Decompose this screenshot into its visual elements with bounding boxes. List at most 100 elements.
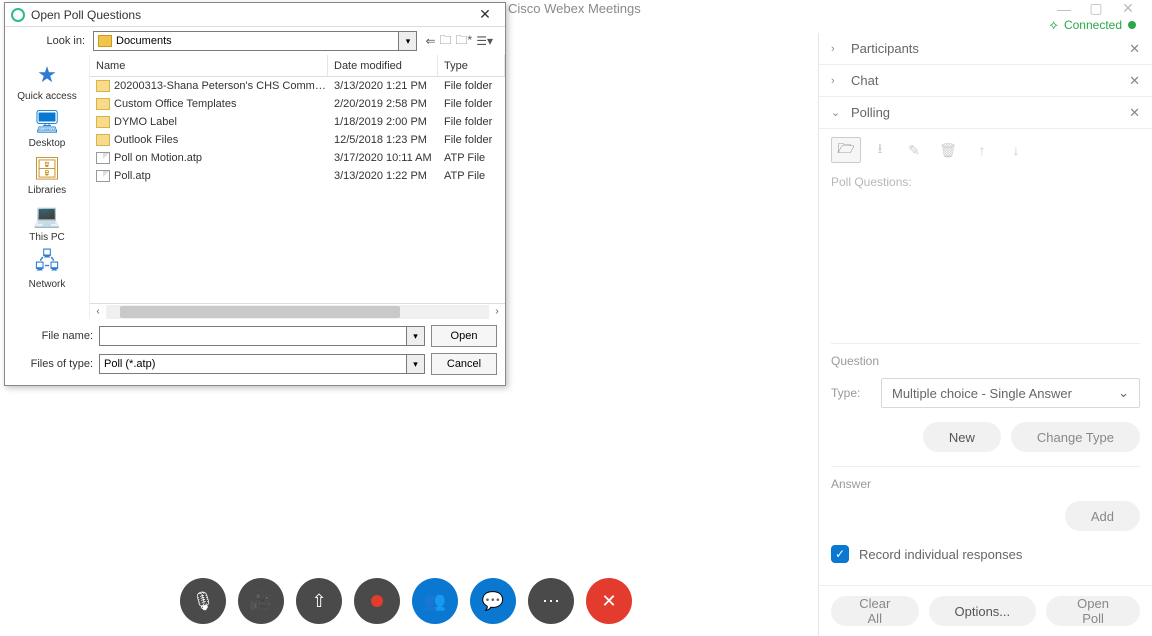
dialog-bottom: File name: ▾ Open Files of type: Poll (*… xyxy=(5,319,505,385)
scroll-thumb[interactable] xyxy=(120,306,400,318)
type-row: Type: Multiple choice - Single Answer ⌄ xyxy=(831,378,1140,408)
save-poll-button[interactable]: ⭳ xyxy=(865,137,895,163)
polling-body: 🗁 ⭳ ✎ 🗑 ↑ ↓ Poll Questions: Question Typ… xyxy=(819,129,1152,585)
back-icon[interactable]: ⇐ xyxy=(425,31,435,52)
place-desktop[interactable]: 🖥 Desktop xyxy=(12,108,82,149)
question-type-select[interactable]: Multiple choice - Single Answer ⌄ xyxy=(881,378,1140,408)
share-button[interactable]: ⇧ xyxy=(296,578,342,624)
close-button[interactable]: ✕ xyxy=(1112,0,1144,17)
chevron-down-icon: ⌄ xyxy=(1118,385,1129,401)
lookin-value: Documents xyxy=(116,35,172,47)
place-label: Quick access xyxy=(17,91,76,102)
scroll-left-icon[interactable]: ‹ xyxy=(90,306,106,317)
place-this-pc[interactable]: 💻 This PC xyxy=(12,202,82,243)
move-down-button[interactable]: ↓ xyxy=(1001,137,1031,163)
answer-section: Answer Add ✓ Record individual responses xyxy=(831,466,1140,573)
file-name-input[interactable]: ▾ xyxy=(99,326,425,346)
type-value: Multiple choice - Single Answer xyxy=(892,386,1072,401)
folder-icon xyxy=(96,116,110,128)
video-button[interactable]: 🎥 xyxy=(238,578,284,624)
minimize-button[interactable]: — xyxy=(1048,1,1080,17)
maximize-button[interactable]: ▢ xyxy=(1080,0,1112,17)
folder-icon xyxy=(98,35,112,47)
edit-poll-button[interactable]: ✎ xyxy=(899,137,929,163)
panel-chat[interactable]: › Chat ✕ xyxy=(819,65,1152,97)
up-icon[interactable]: 🗀 xyxy=(440,31,452,52)
question-title: Question xyxy=(831,354,1140,368)
sidebar: › Participants ✕ › Chat ✕ ⌄ Polling ✕ 🗁 … xyxy=(818,33,1152,636)
participants-button[interactable]: 👥 xyxy=(412,578,458,624)
file-type-select[interactable]: Poll (*.atp) ▾ xyxy=(99,354,425,374)
place-libraries[interactable]: 🗄 Libraries xyxy=(12,155,82,196)
col-date[interactable]: Date modified xyxy=(328,55,438,76)
place-network[interactable]: 🖧 Network xyxy=(12,249,82,290)
file-row[interactable]: DYMO Label1/18/2019 2:00 PMFile folder xyxy=(90,113,505,131)
type-label: Type: xyxy=(831,386,871,400)
record-button[interactable] xyxy=(354,578,400,624)
scroll-track[interactable] xyxy=(106,305,489,319)
open-poll-file-button[interactable]: 🗁 xyxy=(831,137,861,163)
col-type[interactable]: Type xyxy=(438,55,505,76)
panel-participants[interactable]: › Participants ✕ xyxy=(819,33,1152,65)
file-row[interactable]: Poll on Motion.atp3/17/2020 10:11 AMATP … xyxy=(90,149,505,167)
webex-logo-icon xyxy=(11,8,25,22)
h-scrollbar[interactable]: ‹ › xyxy=(90,303,505,319)
dialog-nav-icons: ⇐ 🗀 🗀* ☰▾ xyxy=(425,31,499,52)
record-checkbox[interactable]: ✓ xyxy=(831,545,849,563)
options-button[interactable]: Options... xyxy=(929,596,1037,626)
app-title: Cisco Webex Meetings xyxy=(508,1,641,16)
poll-questions-area xyxy=(831,197,1140,337)
close-icon[interactable]: ✕ xyxy=(1129,41,1140,57)
close-icon[interactable]: ✕ xyxy=(1129,73,1140,89)
dialog-close-button[interactable]: ✕ xyxy=(471,6,499,23)
chat-label: Chat xyxy=(851,73,1121,88)
place-label: This PC xyxy=(29,232,65,243)
record-row[interactable]: ✓ Record individual responses xyxy=(831,545,1140,563)
more-button[interactable]: ⋯ xyxy=(528,578,574,624)
dropdown-arrow-icon[interactable]: ▾ xyxy=(406,327,424,345)
file-row[interactable]: 20200313-Shana Peterson's CHS Committee … xyxy=(90,77,505,95)
cancel-button[interactable]: Cancel xyxy=(431,353,497,375)
end-button[interactable]: ✕ xyxy=(586,578,632,624)
open-poll-dialog: Open Poll Questions ✕ Look in: Documents… xyxy=(4,2,506,386)
new-folder-icon[interactable]: 🗀* xyxy=(456,31,473,52)
new-question-button[interactable]: New xyxy=(923,422,1001,452)
lookin-combo[interactable]: Documents ▾ xyxy=(93,31,417,51)
chat-button[interactable]: 💬 xyxy=(470,578,516,624)
answer-title: Answer xyxy=(831,477,1140,491)
polling-bottom: Clear All Options... Open Poll xyxy=(819,585,1152,636)
mute-button[interactable]: 🎙 xyxy=(180,578,226,624)
dropdown-arrow-icon[interactable]: ▾ xyxy=(406,355,424,373)
open-button[interactable]: Open xyxy=(431,325,497,347)
signal-icon: ⟡ xyxy=(1049,17,1058,33)
share-icon: ⇧ xyxy=(311,591,326,612)
move-up-button[interactable]: ↑ xyxy=(967,137,997,163)
file-icon xyxy=(96,170,110,182)
col-name[interactable]: Name xyxy=(90,55,328,76)
poll-toolbar: 🗁 ⭳ ✎ 🗑 ↑ ↓ xyxy=(831,137,1140,163)
views-icon[interactable]: ☰▾ xyxy=(476,31,493,52)
question-section: Question Type: Multiple choice - Single … xyxy=(831,343,1140,452)
scroll-right-icon[interactable]: › xyxy=(489,306,505,317)
chevron-down-icon: ⌄ xyxy=(831,106,843,119)
place-quick-access[interactable]: ★ Quick access xyxy=(12,61,82,102)
dialog-title: Open Poll Questions xyxy=(31,8,471,22)
delete-poll-button[interactable]: 🗑 xyxy=(933,137,963,163)
open-poll-button: Open Poll xyxy=(1046,596,1140,626)
folder-icon xyxy=(96,134,110,146)
close-icon[interactable]: ✕ xyxy=(1129,105,1140,121)
x-icon: ✕ xyxy=(601,591,616,612)
file-row[interactable]: Outlook Files12/5/2018 1:23 PMFile folde… xyxy=(90,131,505,149)
lookin-label: Look in: xyxy=(11,35,85,47)
folder-icon xyxy=(96,98,110,110)
panel-polling[interactable]: ⌄ Polling ✕ xyxy=(819,97,1152,129)
file-icon xyxy=(96,152,110,164)
place-label: Desktop xyxy=(29,138,66,149)
file-row[interactable]: Custom Office Templates2/20/2019 2:58 PM… xyxy=(90,95,505,113)
file-row[interactable]: Poll.atp3/13/2020 1:22 PMATP File xyxy=(90,167,505,185)
dropdown-arrow-icon[interactable]: ▾ xyxy=(398,32,416,50)
list-headers: Name Date modified Type xyxy=(90,55,505,77)
arrow-down-icon: ↓ xyxy=(1013,142,1020,158)
meeting-controls: 🎙 🎥 ⇧ 👥 💬 ⋯ ✕ xyxy=(180,578,632,624)
pencil-icon: ✎ xyxy=(908,142,920,159)
